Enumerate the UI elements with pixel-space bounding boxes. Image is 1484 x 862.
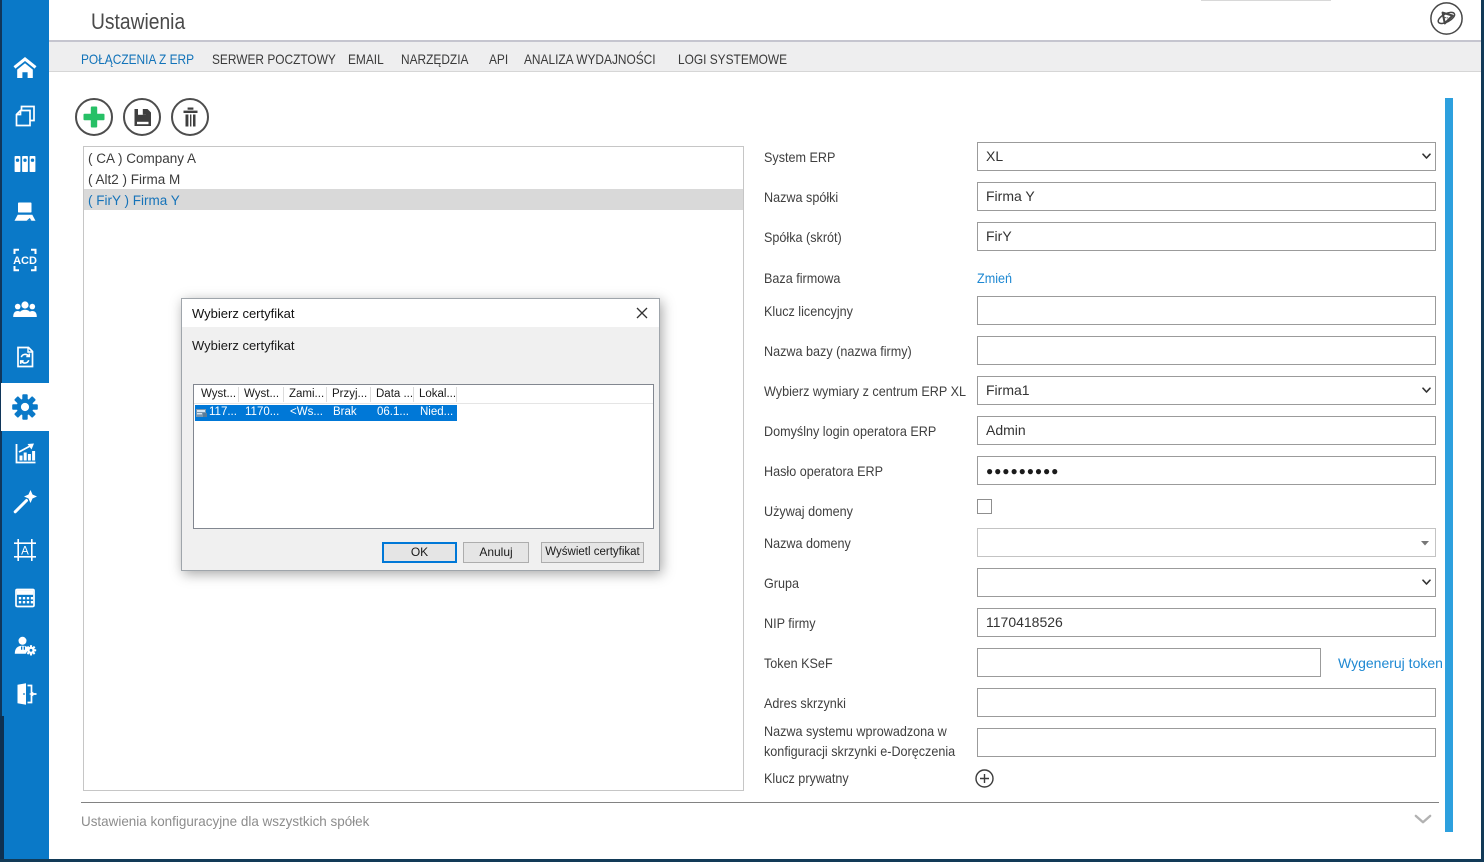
svg-text:A: A — [21, 545, 29, 557]
svg-text:ACD: ACD — [13, 255, 37, 267]
